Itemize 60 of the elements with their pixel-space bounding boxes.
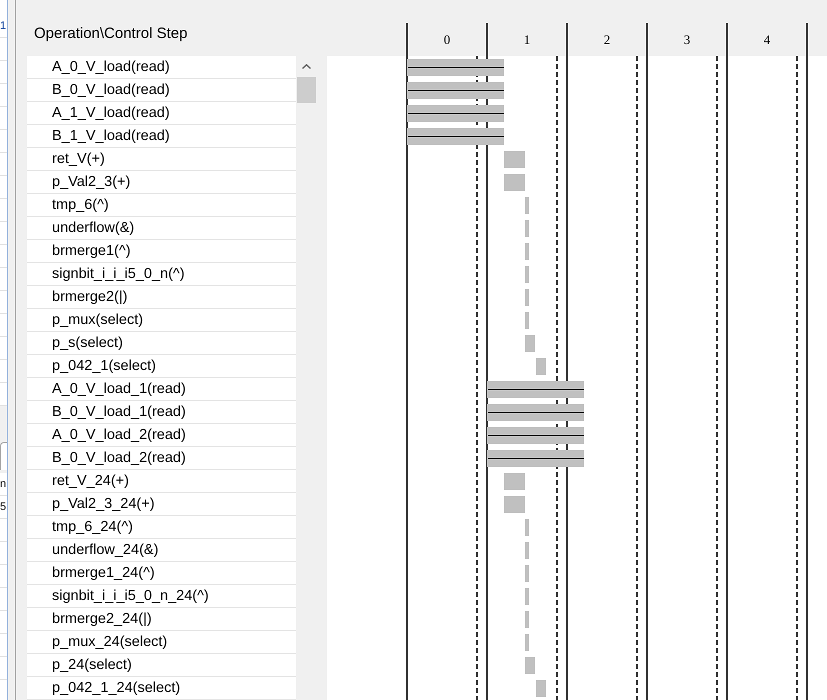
operation-row[interactable]: A_0_V_load(read) [27, 56, 296, 79]
operation-row[interactable]: brmerge2_24(|) [27, 608, 296, 631]
operation-row[interactable]: p_042_1(select) [27, 355, 296, 378]
operation-row[interactable]: brmerge2(|) [27, 286, 296, 309]
operation-row[interactable]: p_042_1_24(select) [27, 677, 296, 700]
operation-row[interactable]: A_0_V_load_1(read) [27, 378, 296, 401]
schedule-bar [504, 473, 525, 490]
operation-row[interactable]: B_0_V_load(read) [27, 79, 296, 102]
chevron-up-icon[interactable] [302, 64, 311, 69]
schedule-bar [525, 197, 529, 214]
step-label: 0 [444, 32, 450, 47]
operation-row[interactable]: p_Val2_3(+) [27, 171, 296, 194]
schedule-bar [525, 634, 529, 651]
schedule-bar [504, 151, 525, 168]
operation-row[interactable]: B_0_V_load_2(read) [27, 447, 296, 470]
step-label: 4 [764, 32, 770, 47]
operation-row[interactable]: brmerge1_24(^) [27, 562, 296, 585]
scrollbar-thumb[interactable] [297, 77, 316, 103]
operation-row[interactable]: tmp_6(^) [27, 194, 296, 217]
operation-row[interactable]: p_mux(select) [27, 309, 296, 332]
operation-row[interactable]: underflow(&) [27, 217, 296, 240]
schedule-bar [525, 611, 529, 628]
schedule-bar [525, 289, 529, 306]
schedule-bar [525, 335, 535, 352]
panel-tab[interactable] [0, 442, 7, 470]
schedule-bar [525, 220, 529, 237]
operation-row[interactable]: A_0_V_load_2(read) [27, 424, 296, 447]
schedule-bar [525, 588, 529, 605]
clipped-text: 1 [0, 20, 6, 32]
schedule-bar [525, 542, 529, 559]
schedule-bar [525, 657, 535, 674]
operation-row[interactable]: ret_V_24(+) [27, 470, 296, 493]
operation-row[interactable]: B_0_V_load_1(read) [27, 401, 296, 424]
schedule-bar [525, 266, 529, 283]
operation-row[interactable]: p_24(select) [27, 654, 296, 677]
schedule-bar [504, 174, 525, 191]
clipped-text: n [0, 478, 6, 490]
operation-row[interactable]: brmerge1(^) [27, 240, 296, 263]
operation-row[interactable]: signbit_i_i_i5_0_n_24(^) [27, 585, 296, 608]
operation-row[interactable]: ret_V(+) [27, 148, 296, 171]
operation-row[interactable]: p_mux_24(select) [27, 631, 296, 654]
operation-row[interactable]: A_1_V_load(read) [27, 102, 296, 125]
operation-row[interactable]: underflow_24(&) [27, 539, 296, 562]
schedule-bar [525, 519, 529, 536]
operation-row[interactable]: B_1_V_load(read) [27, 125, 296, 148]
schedule-bar [504, 496, 525, 513]
column-header: Operation\Control Step [34, 25, 188, 43]
schedule-bar [525, 243, 529, 260]
clipped-text: 5 [0, 502, 6, 512]
schedule-bar [536, 680, 546, 697]
operation-row[interactable]: signbit_i_i_i5_0_n(^) [27, 263, 296, 286]
schedule-bar [525, 312, 529, 329]
step-label: 2 [604, 32, 610, 47]
operation-row[interactable]: tmp_6_24(^) [27, 516, 296, 539]
operation-row[interactable]: p_s(select) [27, 332, 296, 355]
schedule-bar [536, 358, 546, 375]
step-label: 1 [524, 32, 530, 47]
schedule-bar [525, 565, 529, 582]
operation-row[interactable]: p_Val2_3_24(+) [27, 493, 296, 516]
step-label: 3 [684, 32, 690, 47]
